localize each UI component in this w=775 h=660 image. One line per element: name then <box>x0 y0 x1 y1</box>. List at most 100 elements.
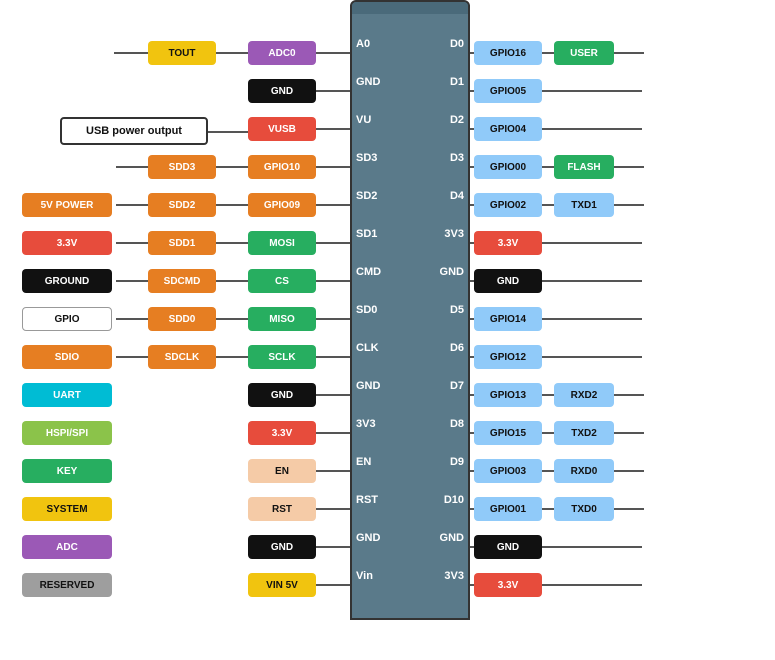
pin-box: VIN 5V <box>248 573 316 597</box>
pin-box: MISO <box>248 307 316 331</box>
pin-box: GND <box>474 535 542 559</box>
chip-pin-left: 3V3 <box>356 418 376 430</box>
connector-line <box>316 508 350 510</box>
chip-pin-right: D8 <box>450 418 464 430</box>
connector-line <box>542 546 642 548</box>
connector-line <box>316 128 350 130</box>
connector-line <box>470 508 474 510</box>
connector-line <box>316 204 350 206</box>
pin-box: GPIO16 <box>474 41 542 65</box>
pin-box: KEY <box>22 459 112 483</box>
connector-line <box>542 584 642 586</box>
pin-box: EN <box>248 459 316 483</box>
pin-box: ADC0 <box>248 41 316 65</box>
pin-box: GPIO02 <box>474 193 542 217</box>
chip-pin-left: CLK <box>356 342 379 354</box>
connector-line <box>470 318 474 320</box>
connector-line <box>542 128 642 130</box>
pin-box: CS <box>248 269 316 293</box>
pin-box: SDD3 <box>148 155 216 179</box>
pin-box: GPIO01 <box>474 497 542 521</box>
connector-line <box>316 90 350 92</box>
pin-box: 3.3V <box>474 231 542 255</box>
chip-pin-right: D7 <box>450 380 464 392</box>
pin-box: HSPI/SPI <box>22 421 112 445</box>
connector-line <box>470 52 474 54</box>
pin-box: SDD0 <box>148 307 216 331</box>
connector-line <box>316 546 350 548</box>
connector-line <box>542 166 554 168</box>
connector-line <box>316 52 350 54</box>
connector-line <box>216 204 248 206</box>
connector-line <box>116 166 148 168</box>
connector-line <box>470 242 474 244</box>
connector-line <box>470 584 474 586</box>
pinout-diagram: A0D0GNDD1VUD2SD3D3SD2D4SD13V3CMDGNDSD0D5… <box>0 0 775 660</box>
chip-pin-right: D10 <box>444 494 464 506</box>
pin-box: GPIO00 <box>474 155 542 179</box>
connector-line <box>316 318 350 320</box>
connector-line <box>470 280 474 282</box>
pin-box: GPIO14 <box>474 307 542 331</box>
chip-pin-left: Vin <box>356 570 373 582</box>
pin-box: TXD0 <box>554 497 614 521</box>
pin-box: GND <box>248 535 316 559</box>
connector-line <box>216 166 248 168</box>
pin-box: TXD2 <box>554 421 614 445</box>
pin-box: SDD1 <box>148 231 216 255</box>
pin-box: TXD1 <box>554 193 614 217</box>
chip-pin-left: SD1 <box>356 228 377 240</box>
connector-line <box>316 394 350 396</box>
chip-pin-left: GND <box>356 532 380 544</box>
connector-line <box>470 546 474 548</box>
connector-line <box>316 356 350 358</box>
pin-box: GPIO05 <box>474 79 542 103</box>
connector-line <box>316 470 350 472</box>
pin-box: 3.3V <box>474 573 542 597</box>
pin-box: 3.3V <box>248 421 316 445</box>
connector-line <box>216 280 248 282</box>
pin-box: GPIO04 <box>474 117 542 141</box>
chip-pin-right: GND <box>440 532 464 544</box>
connector-line <box>542 394 554 396</box>
connector-line <box>542 280 642 282</box>
chip-pin-right: D0 <box>450 38 464 50</box>
connector-line <box>614 432 644 434</box>
pin-box: SDIO <box>22 345 112 369</box>
connector-line <box>470 90 474 92</box>
pin-box: SDD2 <box>148 193 216 217</box>
connector-line <box>542 470 554 472</box>
connector-line <box>208 131 248 133</box>
pin-box: 5V POWER <box>22 193 112 217</box>
connector-line <box>116 356 148 358</box>
pin-box: SDCLK <box>148 345 216 369</box>
connector-line <box>316 432 350 434</box>
pin-box: SYSTEM <box>22 497 112 521</box>
connector-line <box>614 166 644 168</box>
connector-line <box>316 584 350 586</box>
pin-box: GPIO12 <box>474 345 542 369</box>
pin-box: GPIO15 <box>474 421 542 445</box>
chip-pin-left: CMD <box>356 266 381 278</box>
pin-box: USER <box>554 41 614 65</box>
connector-line <box>542 318 642 320</box>
chip-pin-right: D4 <box>450 190 464 202</box>
connector-line <box>542 90 642 92</box>
pin-box: 3.3V <box>22 231 112 255</box>
connector-line <box>216 356 248 358</box>
usb-power-label: USB power output <box>60 117 208 145</box>
pin-box: RXD0 <box>554 459 614 483</box>
pin-box: GPIO03 <box>474 459 542 483</box>
connector-line <box>116 280 148 282</box>
pin-box: GROUND <box>22 269 112 293</box>
connector-line <box>614 470 644 472</box>
connector-line <box>470 128 474 130</box>
pin-box: TOUT <box>148 41 216 65</box>
connector-line <box>470 356 474 358</box>
pin-box: RST <box>248 497 316 521</box>
pin-box: SCLK <box>248 345 316 369</box>
chip-pin-left: SD2 <box>356 190 377 202</box>
chip-title <box>352 2 468 14</box>
pin-box: ADC <box>22 535 112 559</box>
pin-box: FLASH <box>554 155 614 179</box>
